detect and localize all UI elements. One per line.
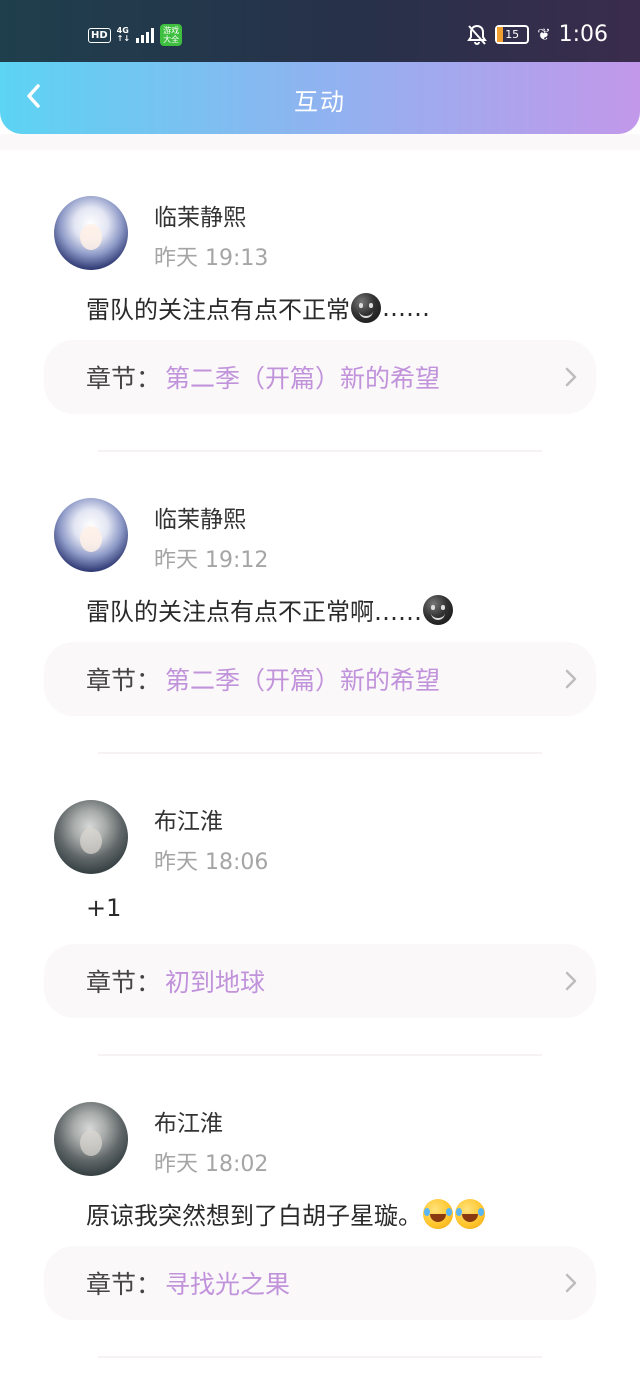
comment-text-main: +1 <box>86 894 122 922</box>
avatar[interactable] <box>54 800 128 874</box>
signal-icon <box>136 27 155 43</box>
chapter-label: 章节： <box>86 968 162 997</box>
status-left: HD 4G ↑↓ 游戏大全 <box>88 24 183 46</box>
chapter-label: 章节： <box>86 1270 162 1299</box>
chapter-title: 第二季（开篇）新的希望 <box>165 364 441 393</box>
comment-text-main: 雷队的关注点有点不正常 <box>86 296 350 324</box>
interaction-item: 临茉静熙 昨天 19:12 雷队的关注点有点不正常啊…… 章节： 第二季（开篇）… <box>0 452 640 754</box>
timestamp: 昨天 19:13 <box>154 246 269 271</box>
battery-level: 15 <box>505 28 520 41</box>
data-arrows-icon: ↑↓ <box>116 34 131 43</box>
user-name[interactable]: 布江淮 <box>154 1104 223 1138</box>
interaction-item: 布江淮 昨天 18:06 +1 章节： 初到地球 <box>0 754 640 1056</box>
network-type: 4G ↑↓ <box>117 27 130 43</box>
battery-icon: 15 <box>495 25 530 44</box>
item-divider <box>98 1356 542 1358</box>
user-name[interactable]: 临茉静熙 <box>154 500 246 534</box>
avatar[interactable] <box>54 196 128 270</box>
user-name[interactable]: 临茉静熙 <box>154 198 246 232</box>
chevron-right-icon <box>565 971 577 991</box>
chevron-right-icon <box>565 367 577 387</box>
smiling-face-emoji-icon <box>351 292 381 323</box>
comment-text: 原谅我突然想到了白胡子星璇。 <box>86 1196 486 1231</box>
interaction-item: 临茉静熙 昨天 19:13 雷队的关注点有点不正常 …… 章节： 第二季（开篇）… <box>0 150 640 452</box>
comment-text-main: 原谅我突然想到了白胡子星璇。 <box>86 1202 422 1230</box>
timestamp: 昨天 18:02 <box>154 1152 269 1177</box>
header-divider <box>0 134 640 150</box>
power-saving-leaf-icon: ❦ <box>537 25 551 44</box>
status-bar: HD 4G ↑↓ 游戏大全 15 ❦ 1:06 <box>0 0 640 62</box>
status-right: 15 ❦ 1:06 <box>467 22 608 47</box>
avatar[interactable] <box>54 1102 128 1176</box>
chapter-title: 初到地球 <box>165 968 266 997</box>
comment-text-main: 雷队的关注点有点不正常啊…… <box>86 598 422 626</box>
comment-text: 雷队的关注点有点不正常 …… <box>86 290 430 325</box>
smiling-face-emoji-icon <box>423 594 453 625</box>
app-header: 互动 <box>0 62 640 134</box>
comment-text-tail: …… <box>382 293 430 322</box>
tears-of-joy-emoji-icon <box>423 1198 453 1229</box>
hd-indicator: HD <box>88 27 111 43</box>
chevron-right-icon <box>565 1273 577 1293</box>
timestamp: 昨天 18:06 <box>154 850 269 875</box>
app-notification-icon: 游戏大全 <box>160 24 183 46</box>
avatar[interactable] <box>54 498 128 572</box>
page-title: 互动 <box>294 88 346 116</box>
chapter-title: 寻找光之果 <box>165 1270 291 1299</box>
comment-text: +1 <box>86 894 121 922</box>
interaction-list: 临茉静熙 昨天 19:13 雷队的关注点有点不正常 …… 章节： 第二季（开篇）… <box>0 150 640 1358</box>
timestamp: 昨天 19:12 <box>154 548 269 573</box>
chapter-label: 章节： <box>86 364 162 393</box>
mute-bell-icon <box>467 24 488 46</box>
chapter-link[interactable]: 章节： 第二季（开篇）新的希望 <box>44 642 596 716</box>
chapter-label: 章节： <box>86 666 162 695</box>
interaction-item: 布江淮 昨天 18:02 原谅我突然想到了白胡子星璇。 章节： 寻找光之果 <box>0 1056 640 1358</box>
user-name[interactable]: 布江淮 <box>154 802 223 836</box>
tears-of-joy-emoji-icon <box>455 1198 485 1229</box>
clock: 1:06 <box>558 22 608 47</box>
comment-text: 雷队的关注点有点不正常啊…… <box>86 592 454 627</box>
chevron-right-icon <box>565 669 577 689</box>
chapter-link[interactable]: 章节： 寻找光之果 <box>44 1246 596 1320</box>
chapter-title: 第二季（开篇）新的希望 <box>165 666 441 695</box>
chapter-link[interactable]: 章节： 第二季（开篇）新的希望 <box>44 340 596 414</box>
chapter-link[interactable]: 章节： 初到地球 <box>44 944 596 1018</box>
